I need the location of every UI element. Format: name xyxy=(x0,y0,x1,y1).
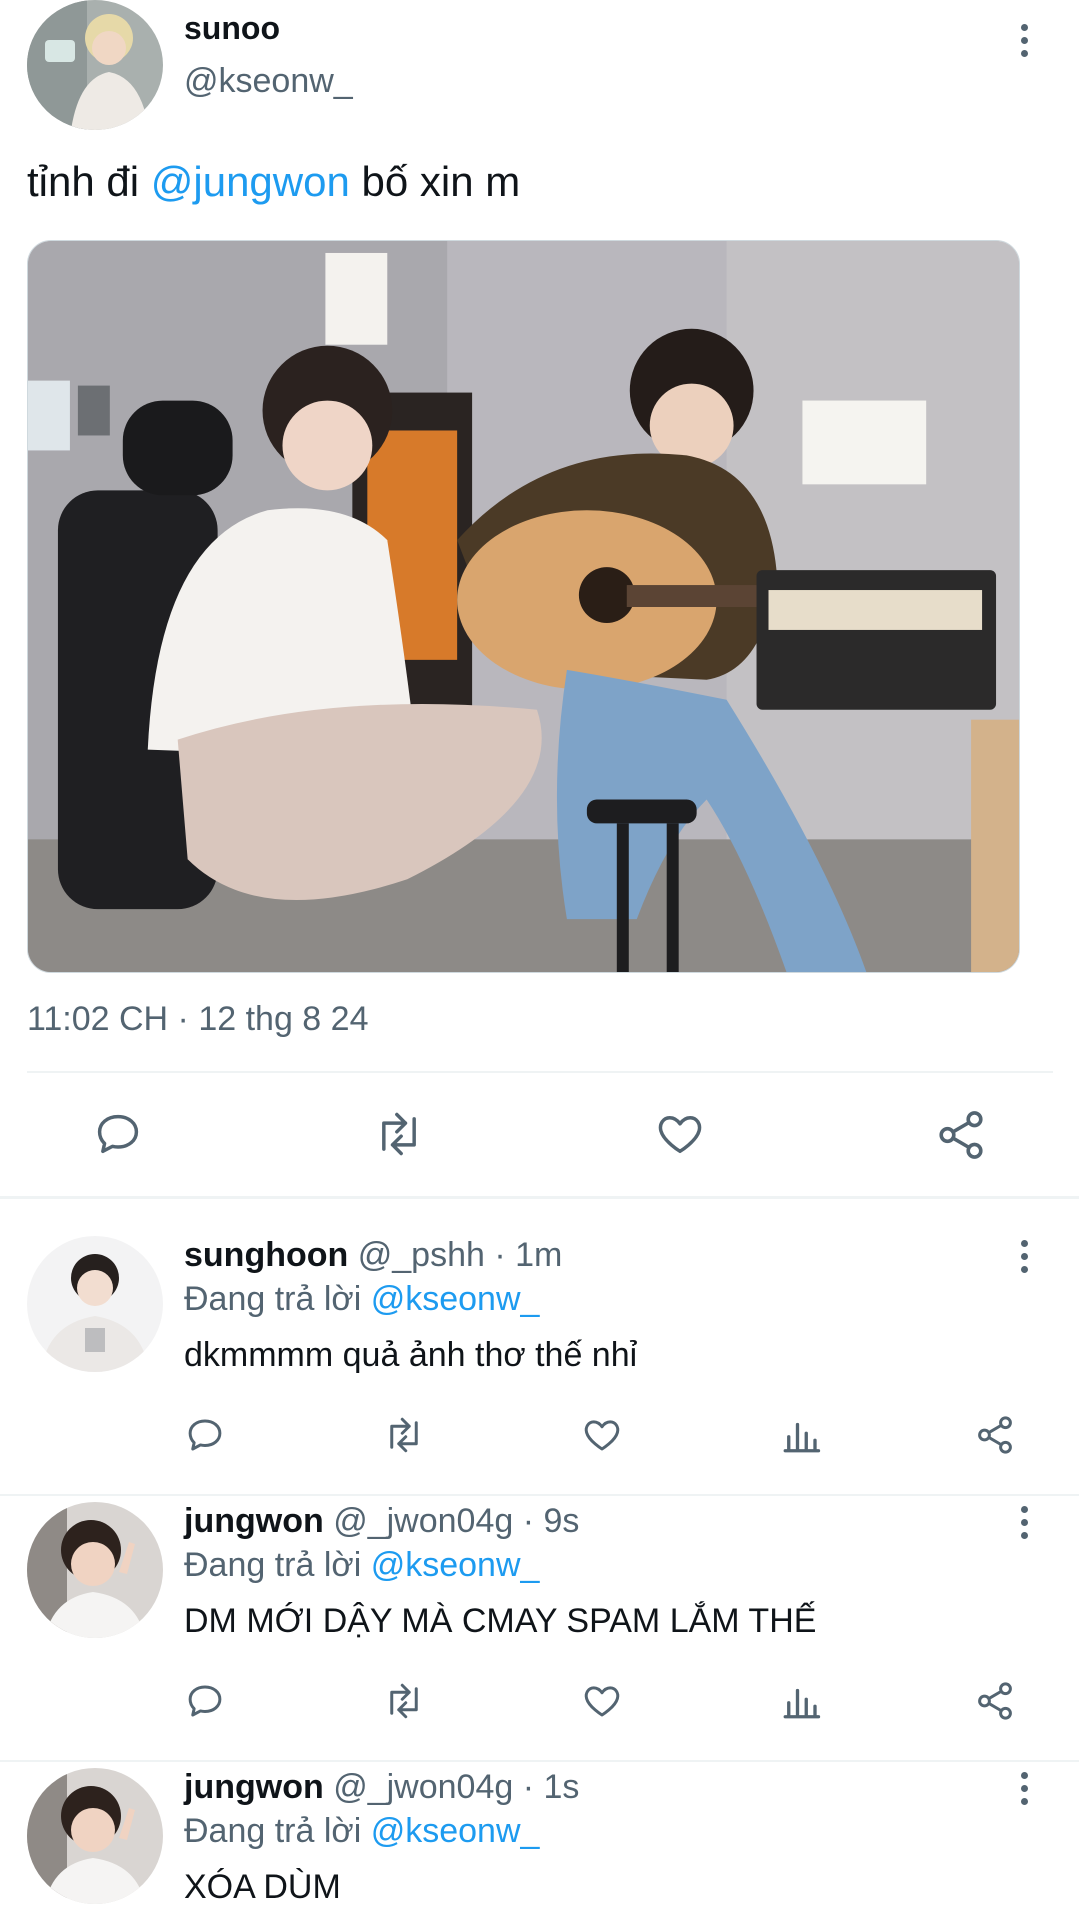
reply-avatar[interactable] xyxy=(27,1502,163,1638)
tweet-text-start: tỉnh đi xyxy=(27,158,151,205)
reply-header: jungwon @_jwon04g · 9s xyxy=(184,1502,579,1541)
reply-meta: @_jwon04g · 9s xyxy=(323,1502,580,1540)
divider xyxy=(0,1494,1079,1496)
replying-to: Đang trả lời @kseonw_ xyxy=(184,1546,539,1585)
retweet-icon[interactable] xyxy=(370,1108,428,1160)
avatar-image xyxy=(27,1502,163,1638)
retweet-icon[interactable] xyxy=(380,1680,428,1727)
avatar-image xyxy=(27,1236,163,1372)
analytics-icon[interactable] xyxy=(780,1680,822,1727)
reply-display-name[interactable]: sunghoon xyxy=(184,1236,348,1274)
tweet-text-end: bố xin m xyxy=(349,158,521,205)
author-handle[interactable]: @kseonw_ xyxy=(184,62,353,101)
share-icon[interactable] xyxy=(974,1414,1016,1461)
divider xyxy=(27,1071,1053,1073)
reply-meta: @_pshh · 1m xyxy=(348,1236,563,1274)
divider xyxy=(0,1760,1079,1762)
reply-display-name[interactable]: jungwon xyxy=(184,1502,324,1540)
photo-image xyxy=(28,241,1019,972)
tweet-timestamp[interactable]: 11:02 CH · 12 thg 8 24 xyxy=(27,1000,368,1039)
reply-header: jungwon @_jwon04g · 1s xyxy=(184,1768,579,1807)
retweet-icon[interactable] xyxy=(380,1414,428,1461)
replying-to: Đang trả lời @kseonw_ xyxy=(184,1812,539,1851)
share-icon[interactable] xyxy=(974,1680,1016,1727)
replying-to-mention[interactable]: @kseonw_ xyxy=(371,1812,540,1850)
author-display-name[interactable]: sunoo xyxy=(184,10,280,47)
mention-link[interactable]: @jungwon xyxy=(151,158,350,205)
reply-icon[interactable] xyxy=(92,1108,144,1160)
replying-to-mention[interactable]: @kseonw_ xyxy=(371,1280,540,1318)
avatar-image xyxy=(27,0,163,130)
reply-icon[interactable] xyxy=(184,1680,226,1727)
replying-to-label: Đang trả lời xyxy=(184,1546,371,1584)
reply-avatar[interactable] xyxy=(27,1236,163,1372)
more-options-icon[interactable] xyxy=(1009,1766,1039,1810)
more-options-icon[interactable] xyxy=(1009,18,1039,62)
reply-icon[interactable] xyxy=(184,1414,226,1461)
more-options-icon[interactable] xyxy=(1009,1234,1039,1278)
like-icon[interactable] xyxy=(653,1108,707,1160)
replying-to-label: Đang trả lời xyxy=(184,1812,371,1850)
share-icon[interactable] xyxy=(934,1108,988,1162)
reply-text: XÓA DÙM xyxy=(184,1868,341,1906)
reply-header: sunghoon @_pshh · 1m xyxy=(184,1236,562,1275)
reply-actions xyxy=(184,1414,1024,1458)
reply-avatar[interactable] xyxy=(27,1768,163,1904)
like-icon[interactable] xyxy=(580,1680,624,1727)
analytics-icon[interactable] xyxy=(780,1414,822,1461)
replying-to: Đang trả lời @kseonw_ xyxy=(184,1280,539,1319)
replying-to-mention[interactable]: @kseonw_ xyxy=(371,1546,540,1584)
tweet-text: tỉnh đi @jungwon bố xin m xyxy=(27,154,520,210)
reply-display-name[interactable]: jungwon xyxy=(184,1768,324,1806)
reply-text: DM MỚI DẬY MÀ CMAY SPAM LẮM THẾ xyxy=(184,1602,817,1640)
reply-text: dkmmmm quả ảnh thơ thế nhỉ xyxy=(184,1336,638,1374)
reply-actions xyxy=(184,1680,1024,1724)
like-icon[interactable] xyxy=(580,1414,624,1461)
divider xyxy=(0,1196,1079,1199)
avatar-image xyxy=(27,1768,163,1904)
author-avatar[interactable] xyxy=(27,0,163,130)
reply-meta: @_jwon04g · 1s xyxy=(323,1768,580,1806)
replying-to-label: Đang trả lời xyxy=(184,1280,371,1318)
more-options-icon[interactable] xyxy=(1009,1500,1039,1544)
tweet-photo[interactable] xyxy=(27,240,1020,973)
